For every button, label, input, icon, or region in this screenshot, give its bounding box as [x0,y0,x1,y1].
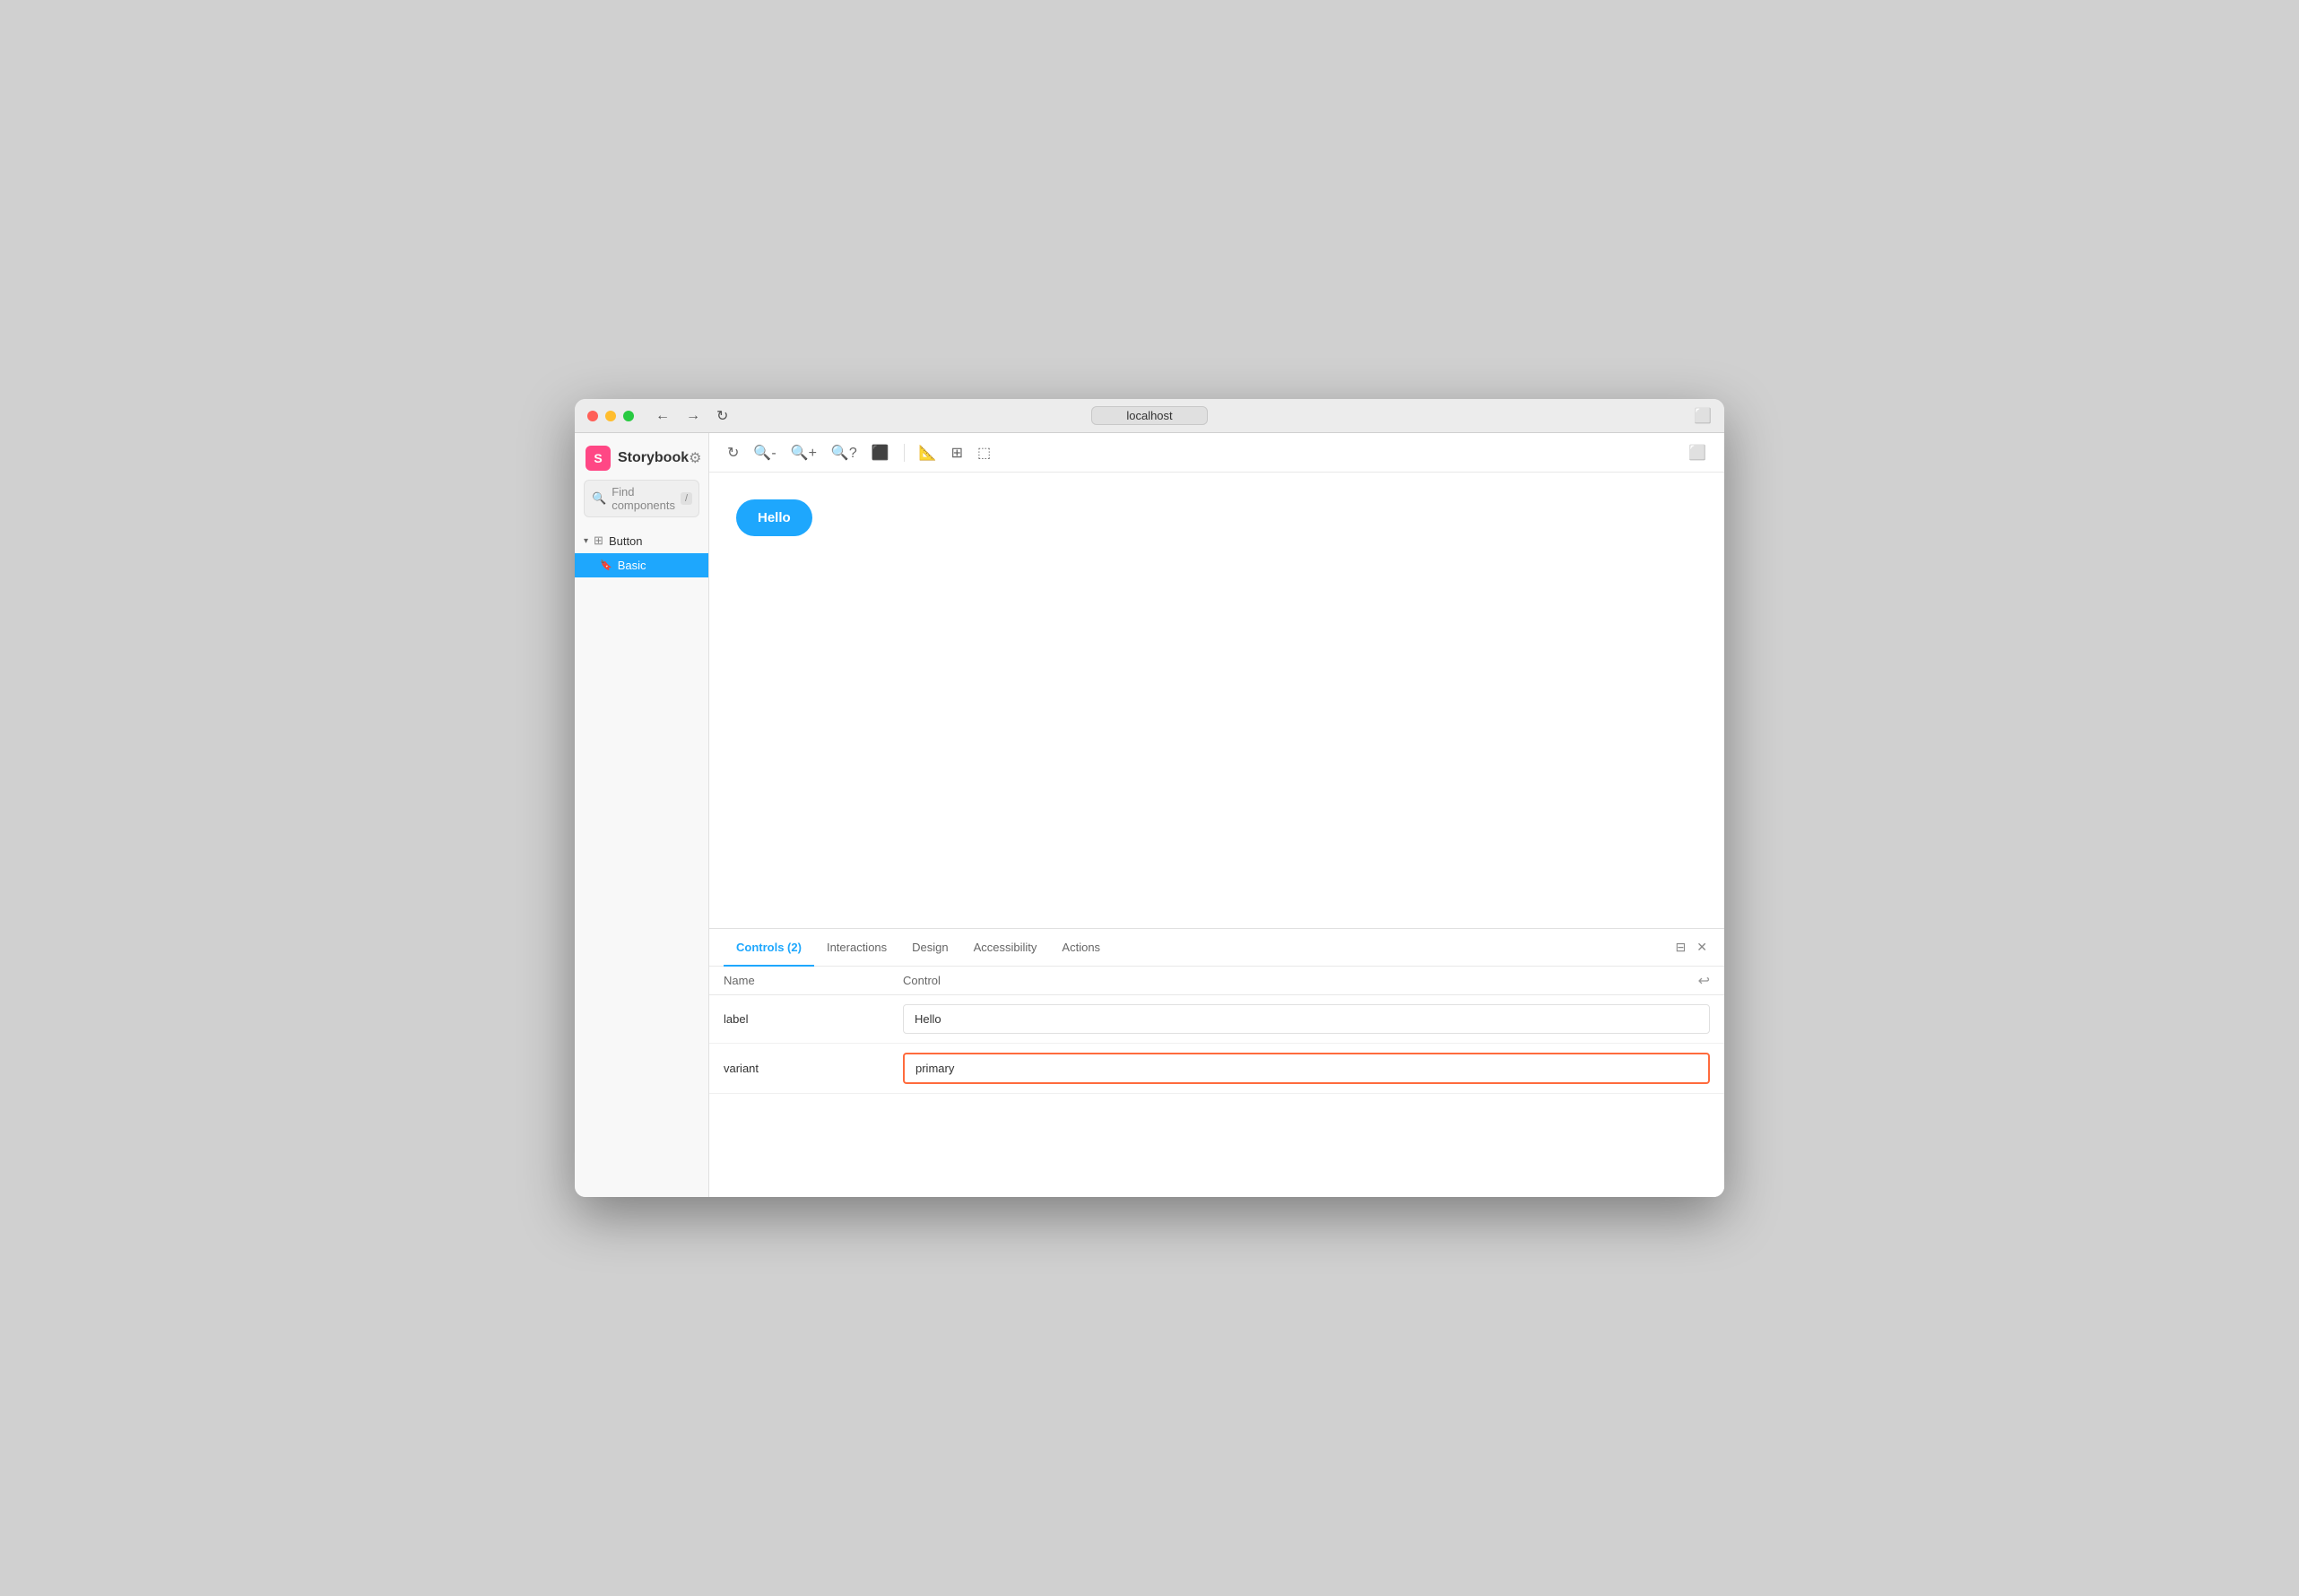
sidebar-item-basic[interactable]: 🔖 Basic [575,553,708,577]
zoom-reset-button[interactable]: 🔍? [826,440,863,465]
tab-design[interactable]: Design [899,929,960,967]
preview-area: Hello [709,473,1724,928]
app-name: Storybook [618,450,689,466]
sidebar-tree: ▾ ⊞ Button 🔖 Basic [575,528,708,1197]
maximize-button[interactable] [623,411,634,421]
tab-interactions[interactable]: Interactions [814,929,899,967]
table-row: variant [709,1044,1724,1094]
refresh-button[interactable]: ↻ [713,405,732,427]
app-window: ← → ↻ localhost ⬜ S Storybook ⚙ 🔍 Find c… [575,399,1724,1197]
col-name-header: Name [724,974,903,987]
logo-icon: S [586,446,611,471]
tab-controls-label: Controls (2) [736,941,802,954]
panel-close-button[interactable]: ✕ [1694,937,1710,958]
new-window-button[interactable]: ⬜ [1683,440,1712,465]
reset-all-button[interactable]: ↩ [1698,972,1710,990]
tab-accessibility[interactable]: Accessibility [961,929,1050,967]
external-link-button[interactable]: ⬜ [1694,407,1712,425]
back-button[interactable]: ← [652,406,673,426]
tab-design-label: Design [912,941,948,954]
minimize-button[interactable] [605,411,616,421]
row-variant-name: variant [724,1062,903,1075]
panel-tabs: Controls (2) Interactions Design Accessi… [709,929,1724,967]
main-content: ↻ 🔍- 🔍+ 🔍? ⬛ 📐 ⊞ ⬚ ⬜ Hello Controls (2) [709,433,1724,1197]
row-variant-control [903,1053,1710,1084]
search-icon: 🔍 [592,491,606,506]
search-bar[interactable]: 🔍 Find components / [584,480,699,517]
tab-accessibility-label: Accessibility [974,941,1037,954]
col-control-header: Control [903,974,1710,987]
viewport-button[interactable]: 📐 [914,440,942,465]
close-button[interactable] [587,411,598,421]
controls-table-header: Name Control ↩ [709,967,1724,995]
table-row: label [709,995,1724,1044]
zoom-in-button[interactable]: 🔍+ [785,440,822,465]
fit-button[interactable]: ⬛ [866,440,895,465]
panel-tab-actions: ⊟ ✕ [1673,937,1710,958]
panel: Controls (2) Interactions Design Accessi… [709,928,1724,1197]
label-input[interactable] [903,1004,1710,1034]
tab-actions[interactable]: Actions [1049,929,1113,967]
group-label: Button [609,534,643,548]
titlebar: ← → ↻ localhost ⬜ [575,399,1724,433]
zoom-out-button[interactable]: 🔍- [748,440,781,465]
nav-controls: ← → ↻ [652,405,732,427]
panel-layout-button[interactable]: ⊟ [1673,937,1689,958]
arrow-down-icon: ▾ [584,536,588,546]
search-shortcut: / [681,492,692,505]
tree-group-button[interactable]: ▾ ⊞ Button [575,528,708,553]
grid-button[interactable]: ⊞ [946,440,968,465]
tab-controls[interactable]: Controls (2) [724,929,814,967]
row-label-name: label [724,1012,903,1026]
toolbar-separator-1 [904,444,905,462]
logo: S Storybook [586,446,689,471]
url-bar[interactable]: localhost [1091,406,1208,425]
sidebar-header: S Storybook ⚙ [575,433,708,480]
preview-hello-button[interactable]: Hello [736,499,812,536]
tab-interactions-label: Interactions [827,941,887,954]
controls-table: Name Control ↩ label variant [709,967,1724,1197]
reload-button[interactable]: ↻ [722,440,744,465]
sidebar: S Storybook ⚙ 🔍 Find components / ▾ ⊞ Bu… [575,433,709,1197]
settings-button[interactable]: ⚙ [689,449,701,467]
tab-actions-label: Actions [1062,941,1100,954]
outline-button[interactable]: ⬚ [972,440,996,465]
forward-button[interactable]: → [682,406,704,426]
variant-input[interactable] [903,1053,1710,1084]
preview-toolbar: ↻ 🔍- 🔍+ 🔍? ⬛ 📐 ⊞ ⬚ ⬜ [709,433,1724,473]
row-label-control [903,1004,1710,1034]
component-group-icon: ⊞ [594,533,603,548]
tree-item-label: Basic [618,559,646,572]
story-icon: 🔖 [600,559,612,571]
search-placeholder: Find components [612,485,675,512]
app-body: S Storybook ⚙ 🔍 Find components / ▾ ⊞ Bu… [575,433,1724,1197]
